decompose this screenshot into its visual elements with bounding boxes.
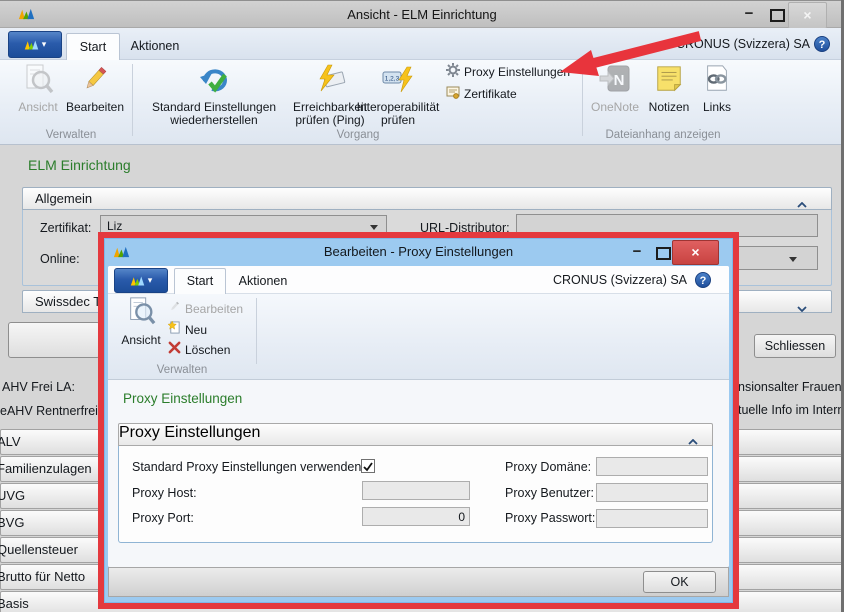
view-magnifier-icon [14,63,62,101]
dialog-company-name: CRONUS (Svizzera) SA [553,266,687,294]
dialog-minimize-button[interactable]: − [627,239,647,264]
proxy-port-input[interactable] [362,507,470,526]
dialog-tab-start[interactable]: Start [174,268,226,295]
minimize-button[interactable]: − [738,2,760,26]
ribbon-separator [256,298,257,364]
app-logo-icon [130,275,145,287]
dialog-application-menu-button[interactable]: ▾ [114,268,168,293]
certificate-icon [446,85,460,104]
dialog-ribbon: Ansicht Bearbeiten Neu [108,294,729,380]
main-ribbon: Ansicht Bearbeiten Standard Einstellunge… [0,60,844,145]
dialog-neu-button[interactable]: Neu [168,321,207,339]
proxy-password-input[interactable] [596,509,708,528]
group-label-verwalten: Verwalten [14,129,128,141]
numbers-lightning-icon: 1,2,3 [356,63,440,101]
company-name: CRONUS (Svizzera) SA [676,28,810,60]
proxy-host-label: Proxy Host: [132,486,197,500]
dialog-close-button[interactable]: × [672,240,719,265]
group-label-dateianhang: Dateianhang anzeigen [586,129,740,141]
fasttab-allgemein-header[interactable]: Allgemein [22,187,832,210]
proxy-user-label: Proxy Benutzer: [505,486,594,500]
use-default-label: Standard Proxy Einstellungen verwenden: [132,460,365,474]
gears-icon [446,63,460,82]
proxy-password-label: Proxy Passwort: [505,511,595,525]
ribbon-separator [132,64,133,136]
proxy-host-input[interactable] [362,481,470,500]
bearbeiten-button[interactable]: Bearbeiten [62,63,128,114]
onenote-button[interactable]: N OneNote [588,63,642,114]
chain-link-icon [694,63,740,101]
new-document-icon [168,321,181,339]
interoperabilitaet-pruefen-button[interactable]: 1,2,3 Interoperabilität prüfen [356,63,440,127]
dialog-footer: OK [108,567,729,597]
partial-button[interactable] [8,322,100,358]
dialog-loeschen-button[interactable]: Löschen [168,341,230,359]
use-default-checkbox[interactable] [361,459,375,473]
proxy-einstellungen-button[interactable]: Proxy Einstellungen [446,63,570,81]
dialog-tabrow: ▾ Start Aktionen CRONUS (Svizzera) SA ? [108,266,729,294]
ahv-frei-label: AHV Frei LA: [2,380,75,394]
proxy-port-label: Proxy Port: [132,511,194,525]
app-logo-icon [24,39,39,51]
chevron-down-icon [370,225,378,230]
standard-einstellungen-button[interactable]: Standard Einstellungen wiederherstellen [138,63,290,127]
chevron-down-icon: ▾ [148,276,153,285]
chevron-down-icon: ▾ [42,40,47,49]
help-icon[interactable]: ? [814,36,830,52]
zertifikate-button[interactable]: Zertifikate [446,85,517,103]
onenote-icon: N [588,63,642,101]
ahv-rentnerfrei-label: eAHV Rentnerfrei L [0,404,108,418]
links-button[interactable]: Links [694,63,740,114]
restore-refresh-icon [138,63,290,101]
close-button[interactable]: × [788,2,827,29]
pencil-icon [62,63,128,101]
proxy-domain-input[interactable] [596,457,708,476]
proxy-user-input[interactable] [596,483,708,502]
screen: Ansicht - ELM Einrichtung − × ▾ Start Ak… [0,0,844,612]
proxy-domain-label: Proxy Domäne: [505,460,591,474]
chevron-down-icon[interactable] [797,299,807,317]
online-label: Online: [40,252,80,266]
delete-x-icon [168,341,181,359]
dialog-panel: ▾ Start Aktionen CRONUS (Svizzera) SA ? … [108,266,729,567]
pensionsalter-label: nsionsalter Frauen: [738,380,844,394]
ok-button[interactable]: OK [643,571,716,593]
group-label-vorgang: Vorgang [138,129,578,141]
dialog-bearbeiten-button[interactable]: Bearbeiten [168,300,243,318]
check-icon [362,461,374,473]
main-window-title: Ansicht - ELM Einrichtung [0,1,844,28]
dialog-maximize-button[interactable] [656,247,671,260]
main-titlebar: Ansicht - ELM Einrichtung − × [0,0,844,28]
ansicht-button[interactable]: Ansicht [14,63,62,114]
tab-aktionen[interactable]: Aktionen [124,33,186,59]
zertifikat-label: Zertifikat: [40,221,91,235]
dialog-titlebar: Bearbeiten - Proxy Einstellungen − × [104,238,733,266]
dialog-content: Proxy Einstellungen Proxy Einstellungen … [108,380,729,567]
note-icon [644,63,694,101]
page-title: ELM Einrichtung [28,157,131,173]
dialog-ansicht-button[interactable]: Ansicht [116,296,166,347]
dialog-page-title: Proxy Einstellungen [123,391,242,406]
proxy-dialog: Bearbeiten - Proxy Einstellungen − × ▾ S… [98,232,739,609]
view-magnifier-icon [116,296,166,334]
schliessen-button[interactable]: Schliessen [754,334,836,358]
chevron-down-icon [789,257,797,262]
notizen-button[interactable]: Notizen [644,63,694,114]
application-menu-button[interactable]: ▾ [8,31,62,58]
pencil-icon [168,300,181,318]
tab-start[interactable]: Start [66,33,120,61]
maximize-button[interactable] [770,9,785,22]
aktuelle-info-label: tuelle Info im Interne [738,403,844,417]
dialog-tab-aktionen[interactable]: Aktionen [232,268,294,295]
dialog-group-label-verwalten: Verwalten [108,364,256,376]
svg-text:1,2,3: 1,2,3 [385,76,400,83]
help-icon[interactable]: ? [695,272,711,288]
dialog-fasttab-header[interactable]: Proxy Einstellungen [118,423,713,446]
svg-text:N: N [614,72,625,89]
main-tabrow: ▾ Start Aktionen CRONUS (Svizzera) SA ? [0,28,844,60]
ribbon-separator [582,64,583,136]
